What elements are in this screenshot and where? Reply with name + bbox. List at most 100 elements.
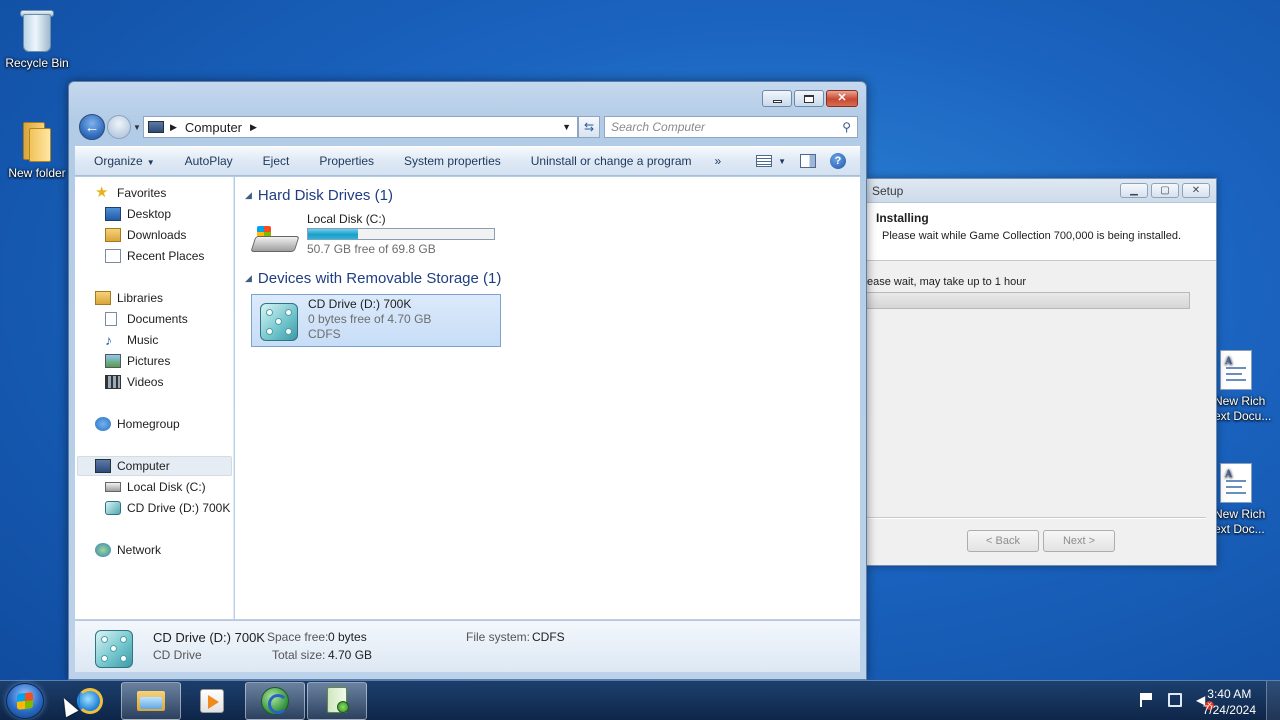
close-button[interactable]: ✕ [826, 90, 858, 107]
recent-places-icon [105, 249, 121, 263]
command-bar: Organize ▼ AutoPlay Eject Properties Syst… [75, 146, 860, 176]
taskbar-network-app[interactable] [245, 682, 305, 720]
search-input[interactable]: Search Computer ⚲ [604, 116, 858, 138]
content-pane: ◢ Hard Disk Drives (1) Local Disk (C:) 5… [235, 177, 860, 619]
clock-date: 7/24/2024 [1202, 703, 1256, 717]
computer-icon [95, 459, 111, 473]
help-button[interactable]: ? [830, 153, 846, 169]
desktop-icon-new-folder[interactable]: New folder [0, 120, 74, 181]
more-commands-button[interactable]: » [707, 154, 730, 168]
action-center-flag-icon[interactable] [1140, 693, 1154, 707]
views-icon [756, 155, 773, 167]
breadcrumb-chevron-icon[interactable]: ▶ [250, 122, 257, 133]
nav-cd-drive[interactable]: CD Drive (D:) 700K [105, 498, 230, 518]
group-hard-disk-drives[interactable]: ◢ Hard Disk Drives (1) [245, 187, 393, 204]
breadcrumb-chevron-icon[interactable]: ▶ [170, 122, 177, 133]
nav-recent-places[interactable]: Recent Places [105, 246, 204, 266]
network-tray-icon[interactable] [1168, 693, 1182, 707]
details-fs: CDFS [532, 630, 565, 644]
computer-icon [148, 121, 164, 133]
nav-desktop[interactable]: Desktop [105, 204, 171, 224]
setup-next-button[interactable]: Next > [1043, 530, 1115, 552]
desktop-icon-rich-text-1[interactable]: A New Rich ext Docu... [1214, 350, 1280, 424]
nav-local-disk[interactable]: Local Disk (C:) [105, 477, 206, 497]
videos-icon [105, 375, 121, 389]
desktop-icon-rich-text-2[interactable]: A New Rich ext Doc... [1214, 463, 1280, 537]
details-space-free-label: Space free: [267, 630, 329, 644]
nav-homegroup[interactable]: Homegroup [95, 414, 180, 434]
setup-minimize-button[interactable]: ▁ [1120, 183, 1148, 198]
details-space-free: 0 bytes [328, 630, 367, 644]
maximize-button[interactable] [794, 90, 824, 107]
desktop-icon-label: New folder [8, 166, 66, 180]
nav-pictures[interactable]: Pictures [105, 351, 170, 371]
media-player-icon [200, 689, 224, 713]
details-pane: CD Drive (D:) 700K CD Drive Space free: … [75, 620, 860, 672]
address-bar[interactable]: ▶ Computer ▶ ▼ [143, 116, 578, 138]
nav-videos[interactable]: Videos [105, 372, 163, 392]
explorer-window: ✕ ← ▼ ▶ Computer ▶ ▼ ⇆ Search Computer ⚲… [68, 81, 867, 680]
nav-documents[interactable]: Documents [105, 309, 188, 329]
back-button[interactable]: ← [79, 114, 105, 140]
nav-network[interactable]: Network [95, 540, 161, 560]
drive-tile-local-disk[interactable]: Local Disk (C:) 50.7 GB free of 69.8 GB [250, 212, 501, 260]
drive-free-space: 50.7 GB free of 69.8 GB [307, 242, 436, 256]
search-icon[interactable]: ⚲ [842, 120, 851, 134]
minimize-button[interactable] [762, 90, 792, 107]
show-desktop-button[interactable] [1266, 681, 1280, 720]
uninstall-program-button[interactable]: Uninstall or change a program [516, 154, 707, 168]
eject-button[interactable]: Eject [248, 154, 305, 168]
windows-logo-icon [17, 692, 33, 710]
forward-button[interactable] [107, 115, 131, 139]
system-properties-button[interactable]: System properties [389, 154, 516, 168]
collapse-triangle-icon: ◢ [245, 190, 252, 200]
autoplay-button[interactable]: AutoPlay [170, 154, 248, 168]
minimize-icon: ▁ [1130, 185, 1138, 196]
nav-computer[interactable]: Computer [77, 456, 232, 476]
taskbar-media-player[interactable] [182, 682, 242, 720]
details-total-size: 4.70 GB [328, 648, 373, 662]
minimize-icon [772, 99, 782, 103]
details-type: CD Drive [153, 648, 202, 662]
setup-divider [867, 517, 1206, 519]
nav-downloads[interactable]: Downloads [105, 225, 186, 245]
downloads-folder-icon [105, 228, 121, 242]
properties-button[interactable]: Properties [304, 154, 389, 168]
nav-libraries[interactable]: Libraries [95, 288, 163, 308]
drive-free-space: 0 bytes free of 4.70 GB [308, 312, 432, 326]
desktop-icon-label-line1: New Rich [1214, 507, 1266, 521]
breadcrumb-computer[interactable]: Computer [185, 120, 242, 135]
rich-text-document-icon: A [1220, 350, 1252, 390]
windows-explorer-icon [137, 689, 165, 713]
drive-tile-cd-drive[interactable]: CD Drive (D:) 700K 0 bytes free of 4.70 … [251, 294, 501, 347]
taskbar-windows-explorer[interactable] [121, 682, 181, 720]
nav-music[interactable]: ♪ Music [105, 330, 158, 350]
setup-maximize-button[interactable]: ▢ [1151, 183, 1179, 198]
nav-favorites[interactable]: ★ Favorites [95, 183, 166, 203]
change-view-button[interactable]: ▼ [756, 155, 786, 167]
close-icon: ✕ [1191, 185, 1201, 196]
organize-button[interactable]: Organize ▼ [75, 154, 170, 168]
chevron-down-icon: ▼ [146, 158, 155, 167]
drive-file-system: CDFS [308, 327, 341, 341]
desktop-icon-recycle-bin[interactable]: Recycle Bin [0, 8, 74, 71]
refresh-button[interactable]: ⇆ [578, 116, 600, 138]
setup-progress-bar [867, 292, 1190, 309]
setup-subheading: Please wait while Game Collection 700,00… [882, 230, 1182, 242]
start-button[interactable] [6, 683, 44, 719]
chevron-down-icon: ▼ [778, 156, 786, 166]
clock[interactable]: 3:40 AM 7/24/2024 [1203, 686, 1256, 718]
address-dropdown-icon[interactable]: ▼ [562, 122, 577, 132]
setup-titlebar[interactable]: Setup ▁ ▢ ✕ [867, 179, 1216, 203]
close-icon: ✕ [837, 92, 847, 104]
desktop-icon-label-line2: ext Docu... [1214, 409, 1272, 423]
preview-pane-button[interactable] [800, 154, 816, 168]
taskbar-setup[interactable] [307, 682, 367, 720]
group-removable-storage[interactable]: ◢ Devices with Removable Storage (1) [245, 270, 501, 287]
recent-pages-dropdown[interactable]: ▼ [133, 123, 143, 132]
setup-back-button[interactable]: < Back [967, 530, 1039, 552]
setup-window: Setup ▁ ▢ ✕ Installing Please wait while… [867, 178, 1217, 566]
setup-close-button[interactable]: ✕ [1182, 183, 1210, 198]
group-title: Hard Disk Drives (1) [257, 187, 393, 204]
setup-message: ease wait, may take up to 1 hour [867, 276, 1026, 288]
